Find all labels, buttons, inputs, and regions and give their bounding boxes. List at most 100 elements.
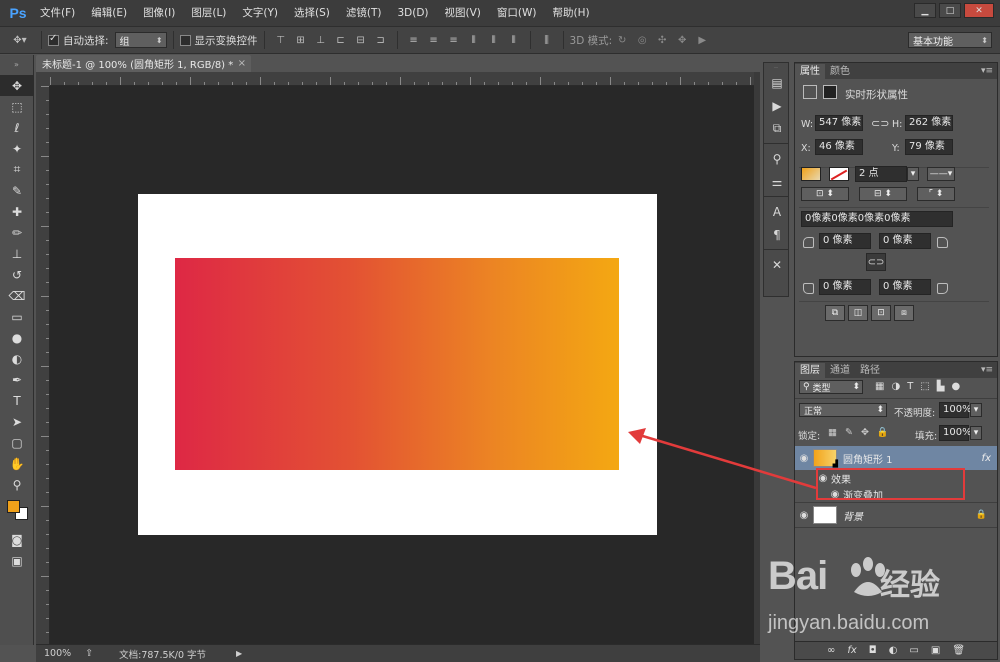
filter-toggle-icon[interactable]: ●	[951, 381, 960, 392]
align-bottom-icon[interactable]: ⊥	[314, 33, 328, 47]
tool-presets-icon[interactable]: ✕	[764, 253, 790, 276]
corner-radius-summary[interactable]: 0像素0像素0像素0像素	[801, 211, 953, 227]
eyedropper-tool-icon[interactable]: ✎	[0, 180, 34, 201]
menu-file[interactable]: 文件(F)	[32, 0, 83, 26]
stroke-type-dropdown[interactable]: ——▾	[927, 167, 955, 181]
eraser-tool-icon[interactable]: ⌫	[0, 285, 34, 306]
auto-align-icon[interactable]: ⫼	[540, 33, 554, 47]
layer-background[interactable]: ◉ 背景 🔒	[795, 503, 997, 527]
align-vcenter-icon[interactable]: ⊞	[294, 33, 308, 47]
stroke-swatch-icon[interactable]	[829, 167, 849, 181]
stroke-cap-dropdown[interactable]: ⊟ ⬍	[859, 187, 907, 201]
combine-shapes-icon[interactable]: ⧉	[825, 305, 845, 321]
layer-filter-dropdown[interactable]: ⚲ 类型 ⬍	[799, 380, 863, 394]
tools-collapse-icon[interactable]: »	[0, 55, 33, 75]
lock-transparency-icon[interactable]: ▦	[828, 427, 837, 438]
blur-tool-icon[interactable]: ●	[0, 327, 34, 348]
zoom-tool-icon[interactable]: ⚲	[0, 474, 34, 495]
3d-pan-icon[interactable]: ✣	[655, 33, 669, 47]
tab-layers[interactable]: 图层	[795, 363, 825, 378]
lock-position-icon[interactable]: ✥	[861, 427, 869, 438]
distribute-left-icon[interactable]: ⫴	[467, 33, 481, 47]
menu-layer[interactable]: 图层(L)	[183, 0, 234, 26]
tab-properties[interactable]: 属性	[795, 64, 825, 79]
lasso-tool-icon[interactable]: ℓ	[0, 117, 34, 138]
maximize-button[interactable]: □	[939, 3, 961, 18]
status-menu-arrow-icon[interactable]: ▶	[236, 649, 242, 658]
zoom-level[interactable]: 100%	[44, 648, 71, 659]
layer-comps-icon[interactable]: ⧉	[764, 117, 790, 140]
layer-name[interactable]: 圆角矩形 1	[843, 451, 893, 466]
layer-name[interactable]: 背景	[843, 508, 863, 523]
shape-tool-icon[interactable]: ▢	[0, 432, 34, 453]
quick-mask-icon[interactable]: ◙	[0, 529, 34, 550]
fill-swatch[interactable]	[801, 167, 821, 181]
link-icon[interactable]: ⊂⊃	[871, 117, 889, 130]
pixel-filter-icon[interactable]: ▦	[875, 381, 884, 392]
layer-fx-icon[interactable]: fx	[982, 453, 991, 464]
stroke-corner-dropdown[interactable]: ⌜ ⬍	[917, 187, 955, 201]
corner-bl-field[interactable]: 0 像素	[819, 279, 871, 295]
tab-close-icon[interactable]: ×	[238, 58, 246, 69]
stroke-width-dropdown-icon[interactable]: ▾	[907, 167, 919, 181]
workspace-dropdown[interactable]: 基本功能	[908, 32, 992, 48]
move-tool-preset-icon[interactable]: ✥▾	[8, 33, 32, 47]
magic-wand-tool-icon[interactable]: ✦	[0, 138, 34, 159]
menu-select[interactable]: 选择(S)	[286, 0, 338, 26]
lock-pixels-icon[interactable]: ✎	[845, 427, 853, 438]
tab-paths[interactable]: 路径	[855, 363, 885, 378]
type-tool-icon[interactable]: T	[0, 390, 34, 411]
layer-rounded-rect[interactable]: ◉ ▟ 圆角矩形 1 fx	[795, 446, 997, 470]
3d-scale-icon[interactable]: ▶	[695, 33, 709, 47]
align-top-icon[interactable]: ⊤	[274, 33, 288, 47]
align-hcenter-icon[interactable]: ⊟	[354, 33, 368, 47]
panel-menu-icon[interactable]: ▾≡	[981, 363, 993, 378]
menu-view[interactable]: 视图(V)	[437, 0, 489, 26]
minimize-button[interactable]: ▁	[914, 3, 936, 18]
menu-window[interactable]: 窗口(W)	[489, 0, 545, 26]
type-filter-icon[interactable]: T	[907, 381, 913, 392]
link-corners-icon[interactable]: ⊂⊃	[866, 253, 886, 271]
menu-help[interactable]: 帮助(H)	[545, 0, 598, 26]
history-panel-icon[interactable]: ▤	[764, 71, 790, 94]
3d-rotate-icon[interactable]: ↻	[615, 33, 629, 47]
gradient-tool-icon[interactable]: ▭	[0, 306, 34, 327]
actions-panel-icon[interactable]: ▶	[764, 94, 790, 117]
distribute-top-icon[interactable]: ≡	[407, 33, 421, 47]
menu-type[interactable]: 文字(Y)	[234, 0, 286, 26]
distribute-vcenter-icon[interactable]: ≡	[427, 33, 441, 47]
stroke-align-dropdown[interactable]: ⊡ ⬍	[801, 187, 849, 201]
menu-3d[interactable]: 3D(D)	[389, 0, 436, 26]
stroke-width-field[interactable]: 2 点	[855, 166, 907, 182]
visibility-eye-icon[interactable]: ◉	[795, 510, 813, 521]
character-panel-icon[interactable]: A	[764, 200, 790, 223]
show-transform-checkbox[interactable]: 显示变换控件	[179, 33, 258, 48]
blend-mode-dropdown[interactable]: 正常 ⬍	[799, 403, 887, 417]
distribute-right-icon[interactable]: ⫴	[507, 33, 521, 47]
3d-slide-icon[interactable]: ✥	[675, 33, 689, 47]
lock-all-icon[interactable]: 🔒	[877, 427, 889, 438]
align-left-icon[interactable]: ⊏	[334, 33, 348, 47]
healing-tool-icon[interactable]: ✚	[0, 201, 34, 222]
screen-mode-icon[interactable]: ▣	[0, 550, 34, 571]
menu-edit[interactable]: 编辑(E)	[83, 0, 135, 26]
adjustments-icon[interactable]: ⚌	[764, 170, 790, 193]
exclude-shapes-icon[interactable]: ⧈	[894, 305, 914, 321]
color-swatches[interactable]	[0, 495, 33, 529]
auto-select-checkbox[interactable]: 自动选择:	[48, 33, 109, 48]
document-canvas[interactable]	[138, 194, 657, 535]
distribute-hcenter-icon[interactable]: ⫴	[487, 33, 501, 47]
export-icon[interactable]: ⇪	[85, 648, 93, 659]
panel-menu-icon[interactable]: ▾≡	[981, 64, 993, 79]
stamp-tool-icon[interactable]: ⊥	[0, 243, 34, 264]
corner-br-field[interactable]: 0 像素	[879, 279, 931, 295]
align-right-icon[interactable]: ⊐	[374, 33, 388, 47]
hand-tool-icon[interactable]: ✋	[0, 453, 34, 474]
marquee-tool-icon[interactable]: ⬚	[0, 96, 34, 117]
history-brush-tool-icon[interactable]: ↺	[0, 264, 34, 285]
height-field[interactable]: 262 像素	[905, 115, 953, 131]
fill-slider-icon[interactable]: ▾	[970, 426, 982, 440]
smart-object-filter-icon[interactable]: ▙	[937, 381, 945, 392]
mask-properties-icon[interactable]	[823, 85, 837, 99]
tab-color[interactable]: 颜色	[825, 64, 855, 79]
